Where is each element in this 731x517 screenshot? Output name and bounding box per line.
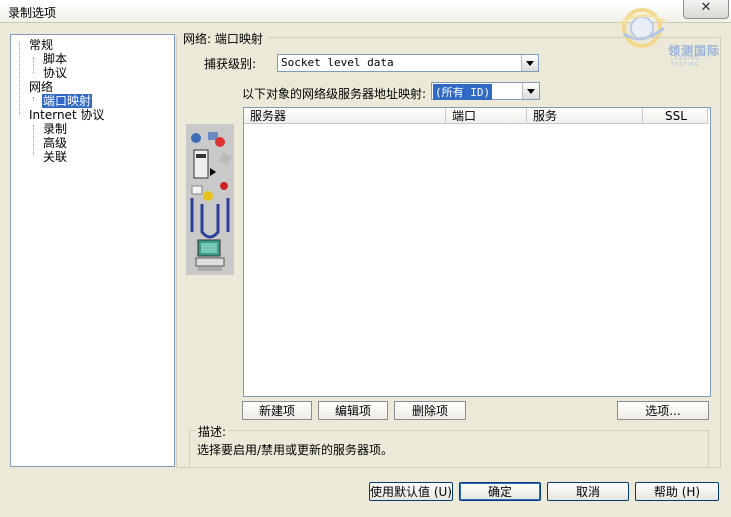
ok-button[interactable]: 确定 [459,482,541,501]
tree-item-protocol[interactable]: 协议 [43,66,67,80]
address-mapping-label: 以下对象的网络级服务器地址映射: [242,87,427,101]
server-mapping-list[interactable]: 服务器 端口 服务 SSL [243,107,711,397]
cancel-button[interactable]: 取消 [547,482,629,501]
capture-level-dropdown[interactable]: Socket level data [277,54,539,72]
list-header: 服务器 端口 服务 SSL [244,108,710,125]
chevron-down-icon[interactable] [521,55,538,71]
group-divider [268,37,718,38]
column-header-server[interactable]: 服务器 [244,108,446,124]
tree-line [19,43,20,115]
computer-icon [195,239,225,271]
tree-item-network[interactable]: 网络 [29,80,53,94]
tree-item-port-mapping[interactable]: 端口映射 [42,94,93,108]
tree-item-script[interactable]: 脚本 [43,52,67,66]
use-defaults-button[interactable]: 使用默认值 (U) [369,482,453,501]
page-title: 网络: 端口映射 [183,32,263,46]
options-tree[interactable]: 常规 脚本 协议 网络 端口映射 Internet 协议 录制 高级 关联 [10,34,175,467]
description-label: 描述: [196,423,229,440]
address-mapping-dropdown[interactable]: (所有 ID) [431,82,540,100]
edit-entry-button[interactable]: 编辑项 [318,401,388,420]
tree-line [33,97,34,101]
window-title: 录制选项 [8,6,57,20]
tree-line [33,125,34,155]
column-header-ssl[interactable]: SSL [643,108,708,124]
tree-item-recording[interactable]: 录制 [43,122,67,136]
tree-item-general[interactable]: 常规 [29,38,53,52]
tree-item-internet-protocol[interactable]: Internet 协议 [29,108,104,122]
capture-level-label: 捕获级别: [204,57,257,71]
column-header-port[interactable]: 端口 [446,108,527,124]
options-button[interactable]: 选项... [617,401,709,420]
tree-line [33,57,34,73]
delete-entry-button[interactable]: 删除项 [394,401,466,420]
description-text: 选择要启用/禁用或更新的服务器项。 [197,443,394,457]
chevron-down-icon[interactable] [522,83,539,99]
help-button[interactable]: 帮助 (H) [635,482,719,501]
tree-item-correlation[interactable]: 关联 [43,150,67,164]
capture-level-value: Socket level data [281,56,394,69]
column-header-service[interactable]: 服务 [527,108,643,124]
address-mapping-value: (所有 ID) [433,84,493,100]
tree-item-advanced[interactable]: 高级 [43,136,67,150]
new-entry-button[interactable]: 新建项 [242,401,312,420]
network-illustration [186,124,234,275]
